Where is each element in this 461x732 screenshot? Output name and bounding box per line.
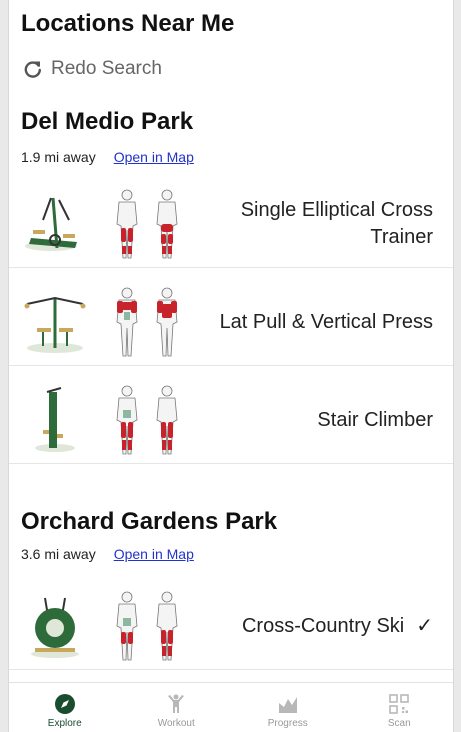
redo-search-button[interactable]: Redo Search bbox=[23, 58, 162, 80]
nav-progress[interactable]: Progress bbox=[232, 683, 344, 732]
nav-label: Progress bbox=[267, 718, 308, 729]
muscle-diagram-icon bbox=[116, 287, 178, 357]
equipment-row[interactable]: Lat Pull & Vertical Press bbox=[9, 278, 453, 366]
nav-label: Scan bbox=[387, 718, 411, 729]
equipment-name: Cross-Country Ski ✓ bbox=[193, 582, 433, 670]
refresh-icon bbox=[24, 61, 41, 78]
nav-scan[interactable]: Scan bbox=[344, 683, 454, 732]
lat-pull-press-image bbox=[24, 296, 86, 353]
redo-search-label: Redo Search bbox=[51, 58, 162, 79]
equipment-row[interactable]: Cross-Country Ski ✓ bbox=[9, 582, 453, 670]
park-meta: 1.9 mi away Open in Map bbox=[21, 149, 194, 165]
muscle-diagram-icon bbox=[116, 385, 178, 455]
app-screen: Locations Near Me Redo Search Del Medio … bbox=[8, 0, 454, 732]
qr-scan-icon bbox=[389, 694, 410, 714]
nav-explore[interactable]: Explore bbox=[9, 683, 121, 732]
muscle-diagram-icon bbox=[116, 591, 178, 661]
equipment-name: Stair Climber bbox=[317, 408, 433, 431]
park-distance: 3.6 mi away bbox=[21, 546, 96, 562]
open-in-map-link[interactable]: Open in Map bbox=[114, 546, 194, 562]
park-name: Orchard Gardens Park bbox=[21, 508, 278, 535]
page-title: Locations Near Me bbox=[21, 10, 235, 37]
open-in-map-link[interactable]: Open in Map bbox=[114, 149, 194, 165]
workout-icon bbox=[168, 694, 185, 713]
check-icon: ✓ bbox=[416, 614, 433, 637]
stair-climber-image bbox=[35, 387, 75, 452]
bottom-nav: Explore Workout Progress Scan bbox=[9, 682, 454, 732]
park-name: Del Medio Park bbox=[21, 108, 194, 135]
compass-icon bbox=[54, 694, 75, 714]
equipment-name: Single Elliptical Cross Trainer bbox=[240, 199, 433, 248]
nav-label: Workout bbox=[157, 718, 195, 729]
park-meta: 3.6 mi away Open in Map bbox=[21, 546, 194, 562]
nav-workout[interactable]: Workout bbox=[121, 683, 233, 732]
cross-country-ski-image bbox=[31, 597, 79, 658]
progress-chart-icon bbox=[278, 697, 297, 713]
equipment-name: Lat Pull & Vertical Press bbox=[219, 310, 433, 333]
muscle-diagram-icon bbox=[116, 189, 178, 259]
nav-label: Explore bbox=[47, 718, 82, 729]
equipment-row[interactable]: Single Elliptical Cross Trainer bbox=[9, 180, 453, 268]
equipment-row[interactable]: Stair Climber bbox=[9, 376, 453, 464]
park-distance: 1.9 mi away bbox=[21, 149, 96, 165]
elliptical-trainer-image bbox=[25, 197, 77, 251]
